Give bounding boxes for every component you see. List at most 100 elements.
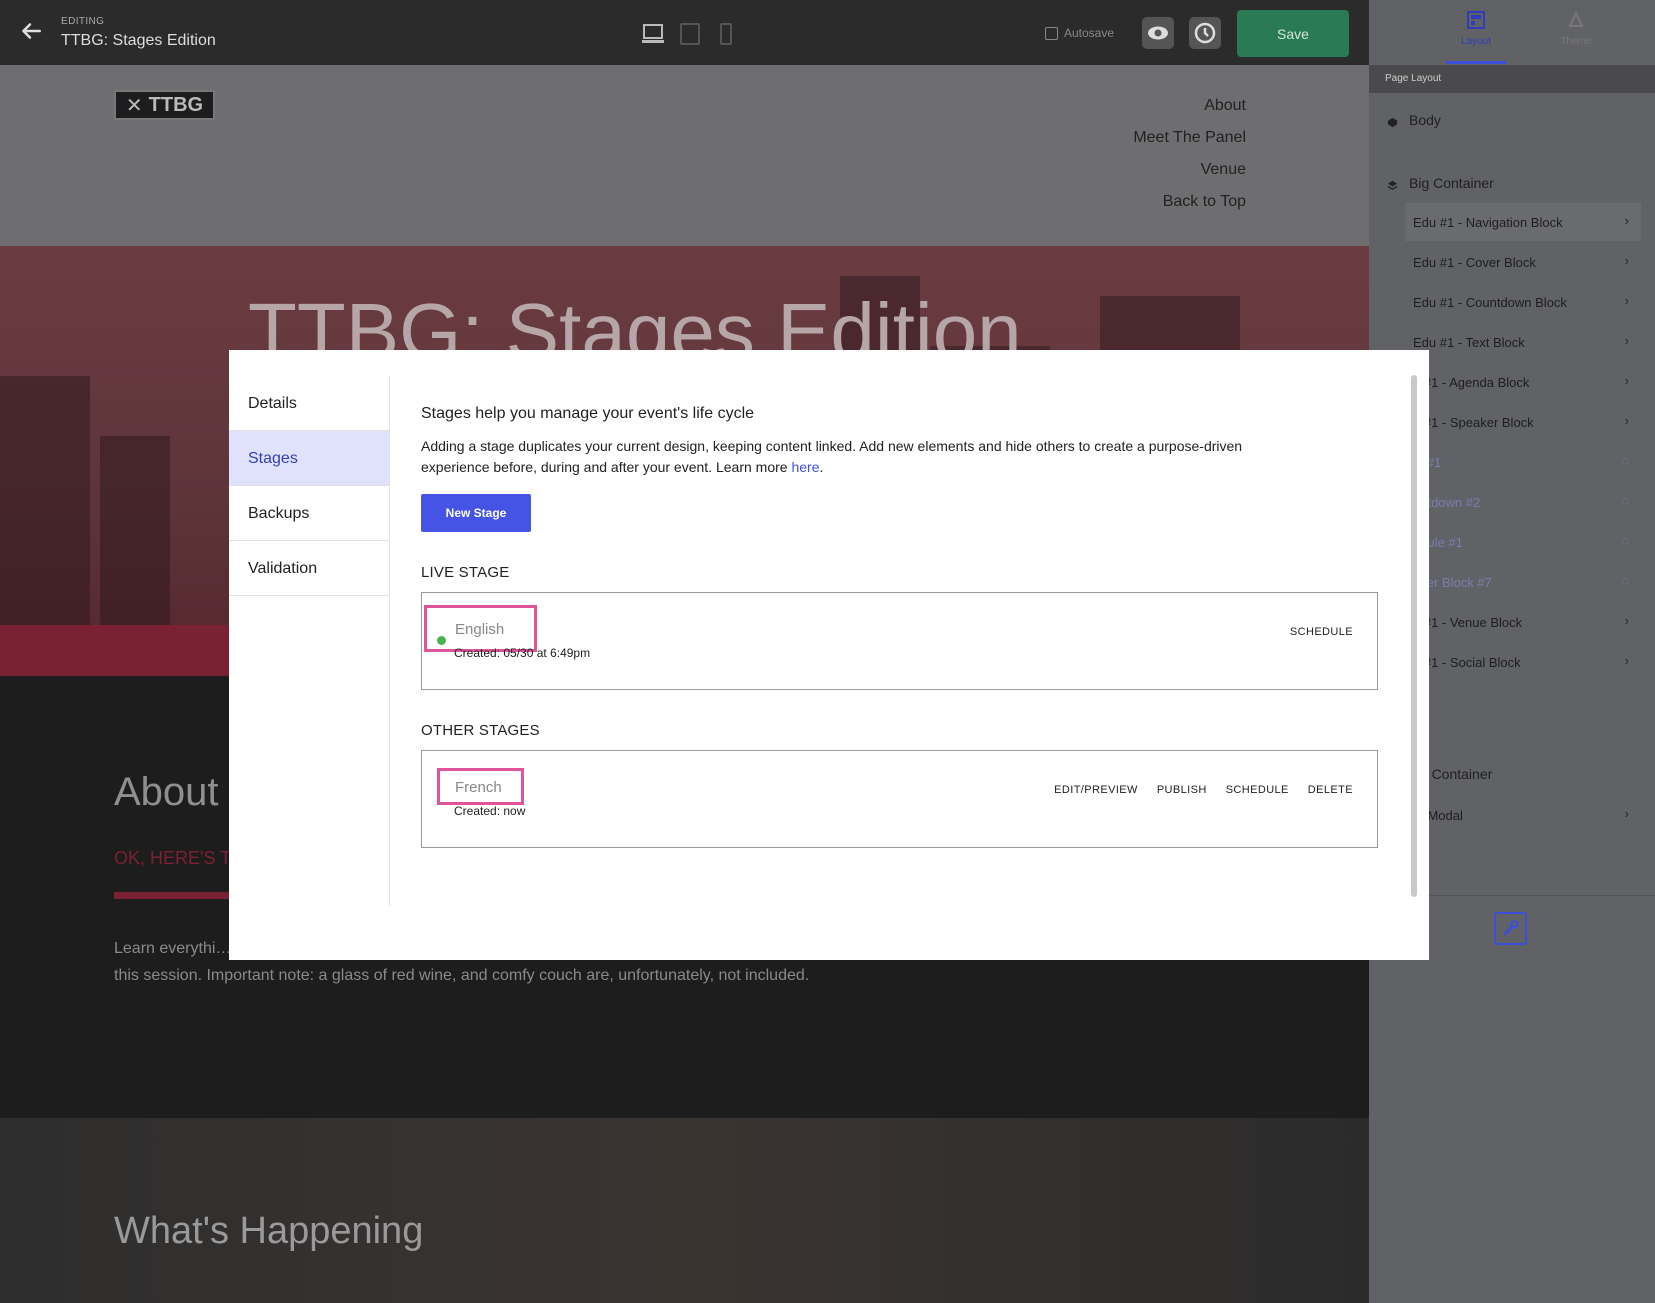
chevron-right-icon: › [1624, 653, 1629, 668]
block-label: Edu #1 - Navigation Block [1413, 215, 1563, 230]
stage-actions: EDIT/PREVIEW PUBLISH SCHEDULE DELETE [1054, 784, 1353, 796]
tree-block[interactable]: m Modal › [1405, 796, 1641, 834]
chevron-right-icon: › [1624, 613, 1629, 628]
block-label: u #1 - Agenda Block [1413, 375, 1530, 390]
big-container-label: Big Container [1409, 175, 1494, 191]
document-title: TTBG: Stages Edition [61, 32, 216, 49]
desktop-view-icon[interactable] [641, 22, 665, 46]
stage-name[interactable]: French [455, 779, 502, 796]
hidden-eye-icon[interactable]: ◌ [1621, 573, 1629, 588]
tab-theme[interactable]: Theme [1526, 10, 1626, 47]
tree-block-hidden[interactable]: edule #1 ◌ [1405, 523, 1641, 561]
chevron-right-icon: › [1624, 373, 1629, 388]
nav-link-about: About [1204, 97, 1246, 114]
other-stages-label: OTHER STAGES [421, 722, 540, 739]
about-title: About [114, 770, 219, 814]
tree-block-hidden[interactable]: xt #1◌ [1405, 443, 1641, 481]
learn-more-link[interactable]: here [791, 459, 819, 475]
layers-icon [1387, 180, 1398, 190]
tab-layout-label: Layout [1460, 36, 1492, 47]
chevron-right-icon: › [1624, 333, 1629, 348]
chevron-right-icon: › [1624, 293, 1629, 308]
tree-block[interactable]: Edu #1 - Countdown Block › [1405, 283, 1641, 321]
block-label: u #1 - Venue Block [1413, 615, 1523, 630]
chevron-right-icon: › [1624, 213, 1629, 228]
description-text: Adding a stage duplicates your current d… [421, 438, 1243, 475]
body-label: Body [1409, 112, 1441, 128]
modal-tab-validation[interactable]: Validation [229, 541, 389, 596]
site-header: ✕ TTBG About Meet The Panel Venue Back t… [0, 65, 1369, 246]
tools-icon: ✕ [125, 94, 143, 117]
live-stage-label: LIVE STAGE [421, 564, 510, 581]
save-button[interactable]: Save [1237, 10, 1349, 57]
edit-preview-button[interactable]: EDIT/PREVIEW [1054, 784, 1138, 796]
active-tab-indicator [1446, 61, 1506, 64]
about-divider [114, 892, 234, 899]
tree-block[interactable]: Edu #1 - Text Block › [1405, 323, 1641, 361]
site-logo: ✕ TTBG [114, 90, 215, 120]
history-button[interactable] [1189, 17, 1221, 49]
block-label: Edu #1 - Cover Block [1413, 255, 1536, 270]
stages-heading: Stages help you manage your event's life… [421, 405, 755, 422]
tree-block[interactable]: u #1 - Speaker Block › [1405, 403, 1641, 441]
block-label: u #1 - Social Block [1413, 655, 1521, 670]
schedule-button[interactable]: SCHEDULE [1290, 626, 1353, 638]
delete-button[interactable]: DELETE [1308, 784, 1353, 796]
back-arrow-icon[interactable] [18, 18, 44, 44]
tab-theme-label: Theme [1560, 36, 1592, 47]
preview-button[interactable] [1142, 17, 1174, 49]
history-icon [1194, 22, 1216, 44]
other-stage-card: French Created: now EDIT/PREVIEW PUBLISH… [421, 750, 1378, 848]
hidden-eye-icon[interactable]: ◌ [1621, 533, 1629, 548]
stage-created: Created: now [454, 804, 526, 818]
live-stage-card: English Created: 05/30 at 6:49pm SCHEDUL… [421, 592, 1378, 690]
page-layout-section: Page Layout [1369, 65, 1655, 93]
tab-layout[interactable]: Layout [1426, 10, 1526, 47]
hidden-eye-icon[interactable]: ◌ [1621, 493, 1629, 508]
modal-sidebar: Details Stages Backups Validation [229, 376, 390, 906]
tree-block-hidden[interactable]: untdown #2 ◌ [1405, 483, 1641, 521]
block-label: u #1 - Speaker Block [1413, 415, 1534, 430]
block-label: Edu #1 - Countdown Block [1413, 295, 1567, 310]
nav-link-panel: Meet The Panel [1133, 129, 1246, 146]
stage-actions: SCHEDULE [1290, 626, 1353, 638]
tree-block[interactable]: u #1 - Agenda Block › [1405, 363, 1641, 401]
schedule-button[interactable]: SCHEDULE [1226, 784, 1289, 796]
tablet-view-icon[interactable] [678, 22, 702, 46]
autosave-label: Autosave [1064, 26, 1115, 40]
mobile-view-icon[interactable] [714, 22, 738, 46]
nav-link-venue: Venue [1200, 161, 1246, 178]
chevron-right-icon: › [1624, 253, 1629, 268]
tree-block[interactable]: Edu #1 - Navigation Block › [1405, 203, 1641, 241]
eye-icon [1148, 26, 1168, 40]
hidden-eye-icon[interactable]: ◌ [1621, 453, 1629, 468]
wrench-icon [1503, 920, 1519, 936]
editing-label: EDITING [61, 16, 105, 27]
tree-block-hidden[interactable]: aker Block #7 ◌ [1405, 563, 1641, 601]
modal-scrollbar[interactable] [1411, 375, 1417, 897]
tree-block[interactable]: u #1 - Social Block › [1405, 643, 1641, 681]
layer-icon [1387, 117, 1398, 128]
modal-tab-details[interactable]: Details [229, 376, 389, 431]
stage-created: Created: 05/30 at 6:49pm [454, 646, 591, 660]
stages-modal: Details Stages Backups Validation Stages… [229, 350, 1429, 960]
logo-text: TTBG [148, 93, 204, 116]
stage-name[interactable]: English [455, 621, 504, 638]
autosave-toggle[interactable]: Autosave [1045, 26, 1114, 40]
settings-button[interactable] [1494, 912, 1527, 945]
live-status-dot [437, 636, 446, 645]
description-end: . [819, 459, 824, 475]
chevron-right-icon: › [1624, 806, 1629, 821]
tree-block[interactable]: u #1 - Venue Block › [1405, 603, 1641, 641]
block-label: Edu #1 - Text Block [1413, 335, 1525, 350]
publish-button[interactable]: PUBLISH [1157, 784, 1207, 796]
editor-topbar: EDITING TTBG: Stages Edition Autosave Sa… [0, 0, 1369, 65]
modal-tab-backups[interactable]: Backups [229, 486, 389, 541]
happening-title: What's Happening [114, 1210, 424, 1252]
new-stage-button[interactable]: New Stage [421, 494, 531, 532]
stages-description: Adding a stage duplicates your current d… [421, 436, 1271, 478]
modal-tab-stages[interactable]: Stages [229, 431, 389, 486]
theme-icon [1568, 10, 1584, 27]
autosave-checkbox[interactable] [1045, 26, 1058, 40]
tree-block[interactable]: Edu #1 - Cover Block › [1405, 243, 1641, 281]
